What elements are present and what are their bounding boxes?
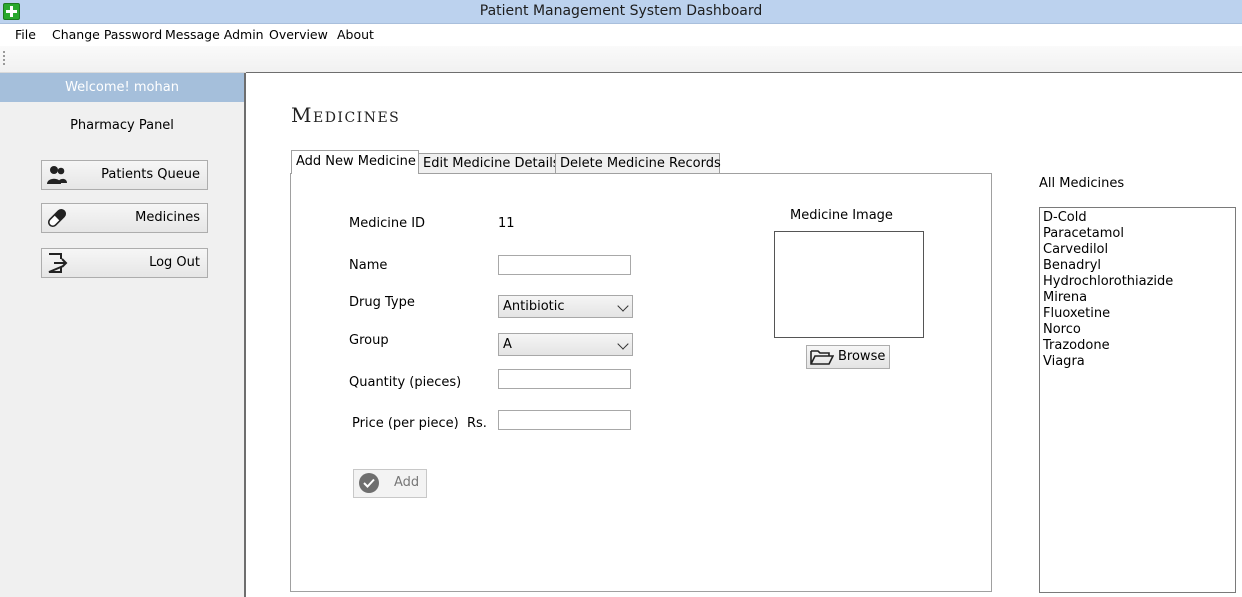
tab-delete-medicine-records[interactable]: Delete Medicine Records bbox=[555, 153, 721, 174]
list-item[interactable]: Viagra bbox=[1043, 354, 1235, 370]
menu-file[interactable]: File bbox=[15, 27, 36, 42]
group-select[interactable]: A bbox=[498, 333, 633, 356]
list-item[interactable]: Benadryl bbox=[1043, 258, 1235, 274]
menu-overview[interactable]: Overview bbox=[269, 27, 328, 42]
name-input[interactable] bbox=[498, 255, 631, 275]
pill-icon bbox=[47, 208, 67, 228]
quantity-input[interactable] bbox=[498, 369, 631, 389]
users-icon bbox=[47, 166, 67, 184]
list-item[interactable]: Paracetamol bbox=[1043, 226, 1235, 242]
sidebar: Welcome! mohan Pharmacy Panel Patients Q… bbox=[0, 73, 244, 597]
folder-icon bbox=[810, 350, 834, 365]
medicine-id-label: Medicine ID bbox=[349, 216, 426, 231]
browse-button[interactable]: Browse bbox=[806, 345, 890, 369]
patients-queue-button[interactable]: Patients Queue bbox=[41, 160, 208, 190]
logout-icon bbox=[48, 253, 68, 273]
main-left-border bbox=[244, 73, 246, 597]
panel-title: Pharmacy Panel bbox=[70, 118, 174, 133]
price-unit: Rs. bbox=[467, 416, 487, 431]
log-out-button[interactable]: Log Out bbox=[41, 248, 208, 278]
group-value: A bbox=[503, 337, 512, 352]
medicine-id-value: 11 bbox=[498, 216, 515, 231]
drug-type-select[interactable]: Antibiotic bbox=[498, 295, 633, 318]
toolbar-grip-icon[interactable] bbox=[3, 51, 7, 65]
medicines-button[interactable]: Medicines bbox=[41, 203, 208, 233]
add-button[interactable]: Add bbox=[353, 469, 427, 498]
list-item[interactable]: Norco bbox=[1043, 322, 1235, 338]
menu-bar: File Change Password Message Admin Overv… bbox=[0, 24, 1242, 46]
log-out-label: Log Out bbox=[149, 255, 200, 270]
toolbar bbox=[0, 46, 1242, 73]
medicine-list[interactable]: D-Cold Paracetamol Carvedilol Benadryl H… bbox=[1039, 207, 1236, 593]
tab-add-new-medicine[interactable]: Add New Medicine bbox=[291, 150, 419, 174]
list-item[interactable]: D-Cold bbox=[1043, 210, 1235, 226]
welcome-banner: Welcome! mohan bbox=[0, 73, 244, 102]
list-item[interactable]: Fluoxetine bbox=[1043, 306, 1235, 322]
price-input[interactable] bbox=[498, 410, 631, 430]
patients-queue-label: Patients Queue bbox=[101, 167, 200, 182]
page-title: Medicines bbox=[291, 103, 401, 127]
price-label: Price (per piece) bbox=[352, 416, 459, 431]
list-item[interactable]: Hydrochlorothiazide bbox=[1043, 274, 1235, 290]
chevron-down-icon bbox=[617, 300, 629, 312]
add-label: Add bbox=[394, 475, 420, 490]
list-item[interactable]: Mirena bbox=[1043, 290, 1235, 306]
menu-about[interactable]: About bbox=[337, 27, 374, 42]
drug-type-value: Antibiotic bbox=[503, 299, 565, 314]
window-title: Patient Management System Dashboard bbox=[479, 3, 763, 19]
title-bar: Patient Management System Dashboard bbox=[0, 0, 1242, 24]
medicine-image-preview bbox=[774, 231, 924, 338]
list-item[interactable]: Carvedilol bbox=[1043, 242, 1235, 258]
drug-type-label: Drug Type bbox=[349, 295, 415, 310]
chevron-down-icon bbox=[617, 338, 629, 350]
menu-change-password[interactable]: Change Password bbox=[52, 27, 162, 42]
medicine-image-label: Medicine Image bbox=[790, 208, 893, 223]
tab-edit-medicine-details[interactable]: Edit Medicine Details bbox=[418, 153, 560, 174]
all-medicines-title: All Medicines bbox=[1039, 176, 1125, 191]
medicines-label: Medicines bbox=[135, 210, 200, 225]
menu-message-admin[interactable]: Message Admin bbox=[165, 27, 264, 42]
quantity-label: Quantity (pieces) bbox=[349, 375, 462, 390]
group-label: Group bbox=[349, 333, 389, 348]
check-icon bbox=[359, 473, 379, 493]
list-item[interactable]: Trazodone bbox=[1043, 338, 1235, 354]
browse-label: Browse bbox=[838, 349, 886, 364]
main-top-border bbox=[246, 72, 1242, 73]
name-label: Name bbox=[349, 258, 388, 273]
